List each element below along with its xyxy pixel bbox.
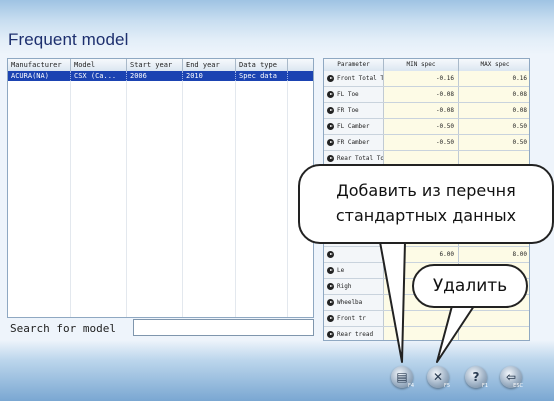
callout-add-line2: стандартных данных bbox=[335, 206, 517, 225]
exit-icon: ⇦ bbox=[505, 370, 517, 384]
help-icon: ? bbox=[472, 370, 480, 384]
key-hint: F1 bbox=[481, 383, 488, 389]
callout-add-tail bbox=[379, 241, 406, 363]
key-hint: ESC bbox=[513, 383, 523, 389]
exit-button[interactable]: ⇦ ESC bbox=[500, 366, 523, 389]
help-button[interactable]: ? F1 bbox=[465, 366, 488, 389]
add-from-list-icon: ▤ bbox=[396, 370, 408, 384]
key-hint: F5 bbox=[443, 383, 450, 389]
callout-add-line1: Добавить из перечня bbox=[336, 181, 516, 200]
callout-add-from-standard-data: Добавить из перечня стандартных данных bbox=[298, 164, 554, 244]
delete-icon: ✕ bbox=[432, 370, 444, 384]
add-from-list-button[interactable]: ▤ F4 bbox=[391, 366, 414, 389]
key-hint: F4 bbox=[407, 383, 414, 389]
callout-delete-tail bbox=[436, 305, 475, 363]
callout-delete: Удалить bbox=[412, 264, 528, 308]
delete-button[interactable]: ✕ F5 bbox=[427, 366, 450, 389]
